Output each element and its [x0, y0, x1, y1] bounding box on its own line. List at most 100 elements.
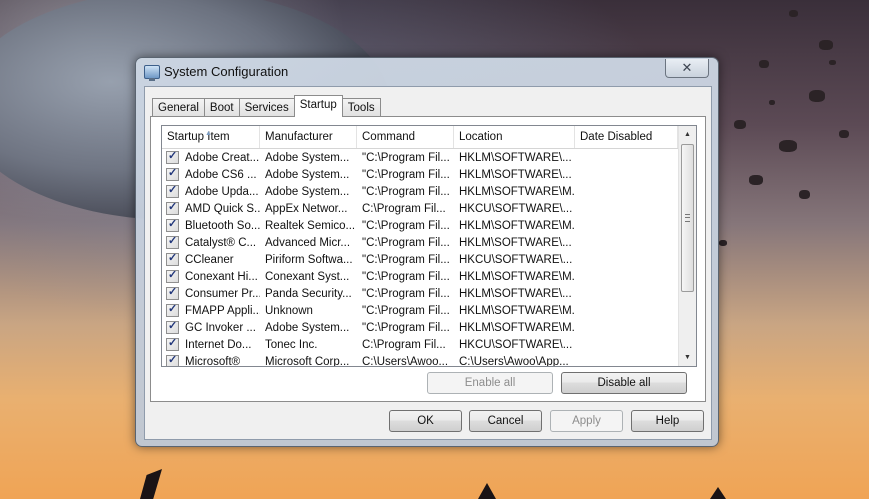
manufacturer-cell: Piriform Softwa... — [265, 253, 353, 266]
location-cell: HKCU\SOFTWARE\... — [459, 338, 573, 351]
table-row[interactable]: Adobe Upda... Adobe System... "C:\Program … — [162, 183, 678, 200]
location-cell: C:\Users\Awoo\App... — [459, 355, 569, 367]
table-row[interactable]: FMAPP Appli... Unknown "C:\Program Fil... H… — [162, 302, 678, 319]
startup-item-checkbox[interactable] — [166, 236, 179, 249]
command-cell: "C:\Program Fil... — [362, 185, 450, 198]
startup-item-cell: Conexant Hi... — [162, 270, 260, 283]
monitor-icon — [144, 65, 160, 81]
startup-item-label: Adobe Upda... — [185, 185, 259, 198]
startup-item-checkbox[interactable] — [166, 168, 179, 181]
location-cell: HKLM\SOFTWARE\... — [459, 168, 572, 181]
table-row[interactable]: Conexant Hi... Conexant Syst... "C:\Progra… — [162, 268, 678, 285]
startup-item-label: Adobe Creat... — [185, 151, 260, 164]
table-row[interactable]: Adobe CS6 ... Adobe System... "C:\Program … — [162, 166, 678, 183]
location-cell: HKLM\SOFTWARE\M... — [459, 270, 575, 283]
startup-item-checkbox[interactable] — [166, 151, 179, 164]
column-header-startup-item[interactable]: ▲ Startup Item — [162, 126, 260, 148]
table-row[interactable]: CCleaner Piriform Softwa... "C:\Program Fi… — [162, 251, 678, 268]
startup-item-cell: Internet Do... — [162, 338, 260, 351]
table-row[interactable]: Catalyst® C... Advanced Micr... "C:\Progra… — [162, 234, 678, 251]
column-header-location[interactable]: Location — [454, 126, 575, 148]
tab-startup[interactable]: Startup — [293, 95, 343, 117]
table-row[interactable]: Bluetooth So... Realtek Semico... "C:\Prog… — [162, 217, 678, 234]
startup-item-cell: Adobe CS6 ... — [162, 168, 260, 181]
tab-services[interactable]: Services — [238, 98, 295, 117]
table-row[interactable]: Adobe Creat... Adobe System... "C:\Program… — [162, 149, 678, 166]
column-header-manufacturer[interactable]: Manufacturer — [260, 126, 357, 148]
location-cell: HKLM\SOFTWARE\M... — [459, 219, 575, 232]
tab-strip: General Boot Services Startup Tools — [152, 95, 381, 117]
scroll-up-arrow-icon[interactable]: ▲ — [679, 126, 696, 143]
startup-item-checkbox[interactable] — [166, 253, 179, 266]
startup-item-cell: GC Invoker ... — [162, 321, 260, 334]
startup-item-checkbox[interactable] — [166, 304, 179, 317]
manufacturer-cell: AppEx Networ... — [265, 202, 348, 215]
column-header-label: Startup Item — [167, 131, 230, 143]
help-button[interactable]: Help — [631, 410, 704, 432]
location-cell: HKLM\SOFTWARE\... — [459, 236, 572, 249]
window-title: System Configuration — [164, 64, 289, 79]
sort-up-icon: ▲ — [205, 130, 212, 137]
startup-item-cell: Consumer Pr... — [162, 287, 260, 300]
table-row[interactable]: GC Invoker ... Adobe System... "C:\Program… — [162, 319, 678, 336]
startup-item-checkbox[interactable] — [166, 185, 179, 198]
manufacturer-cell: Adobe System... — [265, 321, 350, 334]
startup-item-cell: Adobe Creat... — [162, 151, 260, 164]
command-cell: "C:\Program Fil... — [362, 270, 450, 283]
apply-button[interactable]: Apply — [550, 410, 623, 432]
startup-item-label: Catalyst® C... — [185, 236, 257, 249]
table-row[interactable]: AMD Quick S... AppEx Networ... C:\Program … — [162, 200, 678, 217]
manufacturer-cell: Advanced Micr... — [265, 236, 351, 249]
startup-items-list[interactable]: ▲ Startup Item Manufacturer Command Loca… — [161, 125, 697, 367]
location-cell: HKLM\SOFTWARE\M... — [459, 321, 575, 334]
manufacturer-cell: Conexant Syst... — [265, 270, 350, 283]
ok-button[interactable]: OK — [389, 410, 462, 432]
startup-item-label: CCleaner — [185, 253, 234, 266]
startup-item-checkbox[interactable] — [166, 219, 179, 232]
startup-item-checkbox[interactable] — [166, 202, 179, 215]
cancel-button[interactable]: Cancel — [469, 410, 542, 432]
scroll-down-arrow-icon[interactable]: ▼ — [679, 349, 696, 366]
startup-item-checkbox[interactable] — [166, 287, 179, 300]
startup-item-cell: FMAPP Appli... — [162, 304, 260, 317]
startup-item-label: Conexant Hi... — [185, 270, 258, 283]
startup-item-checkbox[interactable] — [166, 270, 179, 283]
close-button[interactable]: ✕ — [665, 59, 709, 78]
table-row[interactable]: Microsoft® Microsoft Corp... C:\Users\Awoo… — [162, 353, 678, 367]
location-cell: HKCU\SOFTWARE\... — [459, 253, 573, 266]
startup-item-label: Adobe CS6 ... — [185, 168, 257, 181]
startup-item-checkbox[interactable] — [166, 321, 179, 334]
startup-item-checkbox[interactable] — [166, 355, 179, 366]
startup-item-cell: Microsoft® — [162, 355, 260, 366]
startup-item-label: Bluetooth So... — [185, 219, 260, 232]
startup-item-cell: Bluetooth So... — [162, 219, 260, 232]
startup-item-label: AMD Quick S... — [185, 202, 260, 215]
column-header-date-disabled[interactable]: Date Disabled — [575, 126, 678, 148]
table-row[interactable]: Internet Do... Tonec Inc. C:\Program Fil..… — [162, 336, 678, 353]
startup-item-cell: Adobe Upda... — [162, 185, 260, 198]
manufacturer-cell: Panda Security... — [265, 287, 352, 300]
startup-item-label: Internet Do... — [185, 338, 252, 351]
command-cell: "C:\Program Fil... — [362, 236, 450, 249]
startup-item-cell: CCleaner — [162, 253, 260, 266]
title-bar[interactable]: System Configuration ✕ — [136, 58, 718, 86]
location-cell: HKLM\SOFTWARE\... — [459, 151, 572, 164]
column-header-command[interactable]: Command — [357, 126, 454, 148]
manufacturer-cell: Unknown — [265, 304, 313, 317]
vertical-scrollbar[interactable]: ▲ ▼ — [678, 126, 696, 366]
disable-all-button[interactable]: Disable all — [561, 372, 687, 394]
table-row[interactable]: Consumer Pr... Panda Security... "C:\Progr… — [162, 285, 678, 302]
tab-boot[interactable]: Boot — [203, 98, 240, 117]
startup-item-cell: AMD Quick S... — [162, 202, 260, 215]
spire-silhouette — [710, 487, 726, 499]
manufacturer-cell: Adobe System... — [265, 151, 350, 164]
location-cell: HKLM\SOFTWARE\... — [459, 287, 572, 300]
enable-all-button[interactable]: Enable all — [427, 372, 553, 394]
tab-tools[interactable]: Tools — [341, 98, 381, 117]
startup-item-label: FMAPP Appli... — [185, 304, 260, 317]
manufacturer-cell: Adobe System... — [265, 168, 350, 181]
startup-item-checkbox[interactable] — [166, 338, 179, 351]
tab-general[interactable]: General — [152, 98, 205, 117]
scrollbar-thumb[interactable] — [681, 144, 694, 292]
list-rows: Adobe Creat... Adobe System... "C:\Program… — [162, 149, 678, 367]
